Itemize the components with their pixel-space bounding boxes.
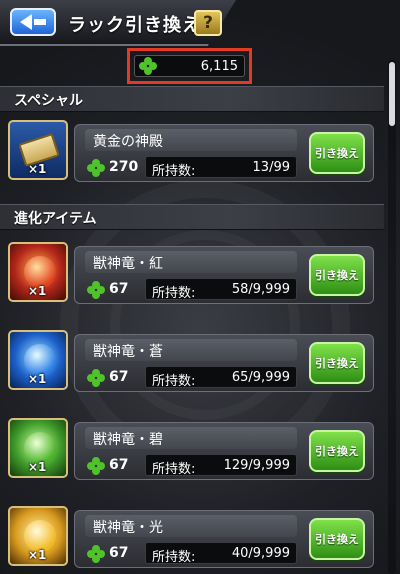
item-panel: 獣神竜・光 67 所持数: 40/9,999 引き換え — [74, 510, 374, 568]
stock-value: 40/9,999 — [231, 546, 290, 561]
clover-icon — [87, 369, 105, 387]
item-panel: 獣神竜・紅 67 所持数: 58/9,999 引き換え — [74, 246, 374, 304]
item-name: 黄金の神殿 — [93, 134, 163, 150]
list-item: ×1 獣神竜・紅 67 所持数: 58/9,999 引き換え — [0, 238, 384, 322]
stock-value: 58/9,999 — [231, 282, 290, 297]
back-arrow-icon — [20, 14, 32, 30]
exchange-button[interactable]: 引き換え — [309, 132, 365, 174]
wood-dragon-orb-icon: ×1 — [8, 418, 68, 478]
page-title: ラック引き換え — [68, 15, 201, 36]
stock-value: 13/99 — [252, 160, 290, 175]
item-name: 獣神竜・紅 — [93, 256, 163, 272]
clover-icon — [87, 545, 105, 563]
exchange-button-label: 引き換え — [315, 147, 359, 160]
stock-label: 所持数: — [152, 374, 196, 389]
stock-box: 所持数: 58/9,999 — [145, 278, 297, 301]
item-name: 獣神竜・蒼 — [93, 344, 163, 360]
item-cost: 67 — [109, 545, 129, 561]
item-name: 獣神竜・光 — [93, 520, 163, 536]
luck-counter-highlight: 6,115 — [127, 48, 252, 84]
stock-box: 所持数: 65/9,999 — [145, 366, 297, 389]
exchange-button[interactable]: 引き換え — [309, 430, 365, 472]
item-name: 獣神竜・碧 — [93, 432, 163, 448]
stock-value: 65/9,999 — [231, 370, 290, 385]
stock-box: 所持数: 129/9,999 — [145, 454, 297, 477]
stock-label: 所持数: — [152, 164, 196, 179]
list-item: ×1 獣神竜・蒼 67 所持数: 65/9,999 引き換え — [0, 326, 384, 410]
item-count: ×1 — [28, 284, 47, 298]
exchange-button[interactable]: 引き換え — [309, 342, 365, 384]
item-name-box: 黄金の神殿 — [85, 129, 297, 151]
stock-box: 所持数: 40/9,999 — [145, 542, 297, 565]
item-cost: 67 — [109, 369, 129, 385]
item-name-box: 獣神竜・光 — [85, 515, 297, 537]
list-item: ×1 獣神竜・碧 67 所持数: 129/9,999 引き換え — [0, 414, 384, 498]
clover-icon — [139, 57, 157, 75]
item-count: ×1 — [28, 460, 47, 474]
clover-icon — [87, 159, 105, 177]
exchange-button[interactable]: 引き換え — [309, 518, 365, 560]
light-dragon-orb-icon: ×1 — [8, 506, 68, 566]
item-count: ×1 — [28, 162, 47, 176]
exchange-button[interactable]: 引き換え — [309, 254, 365, 296]
section-label: 進化アイテム — [14, 211, 97, 227]
section-header-evolution: 進化アイテム — [0, 204, 384, 230]
clover-icon — [87, 281, 105, 299]
item-count: ×1 — [28, 372, 47, 386]
water-dragon-orb-icon: ×1 — [8, 330, 68, 390]
item-cost: 67 — [109, 281, 129, 297]
list-item: ×1 黄金の神殿 270 所持数: 13/99 引き換え — [0, 116, 384, 200]
back-button[interactable] — [10, 8, 56, 36]
help-button[interactable]: ? — [194, 10, 222, 36]
item-panel: 獣神竜・碧 67 所持数: 129/9,999 引き換え — [74, 422, 374, 480]
item-name-box: 獣神竜・碧 — [85, 427, 297, 449]
back-arrow-shaft — [34, 19, 46, 25]
item-panel: 黄金の神殿 270 所持数: 13/99 引き換え — [74, 124, 374, 182]
stock-label: 所持数: — [152, 550, 196, 565]
list-item: ×1 獣神竜・光 67 所持数: 40/9,999 引き換え — [0, 502, 384, 574]
item-name-box: 獣神竜・蒼 — [85, 339, 297, 361]
gold-ticket-icon: ×1 — [8, 120, 68, 180]
header: ラック引き換え ? — [0, 0, 400, 46]
exchange-button-label: 引き換え — [315, 533, 359, 546]
clover-icon — [87, 457, 105, 475]
item-count: ×1 — [28, 548, 47, 562]
stock-label: 所持数: — [152, 286, 196, 301]
scrollbar[interactable] — [388, 60, 396, 574]
item-cost: 67 — [109, 457, 129, 473]
item-cost: 270 — [109, 159, 139, 175]
luck-counter: 6,115 — [134, 55, 245, 77]
exchange-button-label: 引き換え — [315, 269, 359, 282]
item-panel: 獣神竜・蒼 67 所持数: 65/9,999 引き換え — [74, 334, 374, 392]
section-header-special: スペシャル — [0, 86, 384, 112]
item-name-box: 獣神竜・紅 — [85, 251, 297, 273]
luck-value: 6,115 — [200, 58, 238, 74]
stock-box: 所持数: 13/99 — [145, 156, 297, 179]
stock-label: 所持数: — [152, 462, 196, 477]
stock-value: 129/9,999 — [223, 458, 290, 473]
scrollbar-thumb[interactable] — [389, 62, 395, 126]
section-label: スペシャル — [14, 93, 84, 109]
exchange-button-label: 引き換え — [315, 445, 359, 458]
fire-dragon-orb-icon: ×1 — [8, 242, 68, 302]
exchange-button-label: 引き換え — [315, 357, 359, 370]
